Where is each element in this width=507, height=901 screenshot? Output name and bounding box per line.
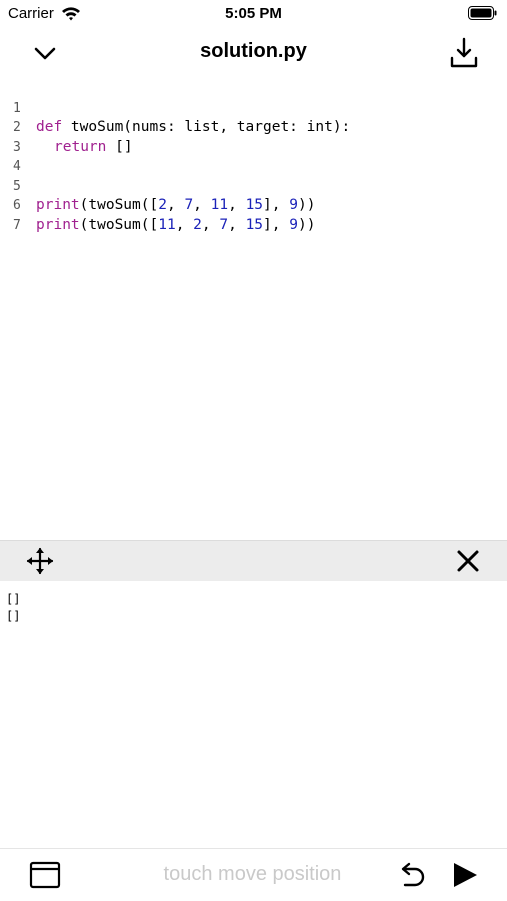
output-line: [] [6,592,21,606]
window-icon[interactable] [29,861,61,889]
download-icon[interactable] [449,36,479,70]
code-text: return [] [54,138,133,155]
run-icon[interactable] [450,859,480,891]
code-line[interactable]: 5 print(twoSum([2, 7, 11, 15], 9)) [0,157,315,214]
code-line[interactable]: 4 [0,138,35,174]
console-header [0,540,507,581]
move-position-hint: touch move position [163,863,342,885]
battery-icon [468,6,497,25]
bottom-toolbar: touch move position [0,848,507,901]
close-icon[interactable] [456,549,480,573]
nav-bar: solution.py [0,28,507,76]
console-output: [] [] [0,581,507,847]
code-line[interactable]: 6 print(twoSum([11, 2, 7, 15], 9)) [0,177,315,233]
code-text: print(twoSum([11, 2, 7, 15], 9)) [36,216,316,233]
code-text: print(twoSum([2, 7, 11, 15], 9)) [36,197,316,213]
output-line: [] [6,609,21,623]
code-line[interactable]: 3 [0,118,35,155]
code-line[interactable]: 2 return [] [0,99,133,155]
code-text: def twoSum(nums: list, target: int): [36,119,351,135]
status-bar: Carrier 5:05 PM [0,0,507,28]
file-title: solution.py [200,40,307,62]
move-icon[interactable] [26,547,54,575]
line-number: 7 [13,217,21,233]
status-time: 5:05 PM [225,5,282,22]
code-editor[interactable]: 1 def twoSum(nums: list, target: int): 2… [0,79,507,539]
undo-icon[interactable] [395,859,427,891]
code-line[interactable]: 1 def twoSum(nums: list, target: int): [0,79,350,136]
code-line[interactable]: 7 [0,196,35,233]
